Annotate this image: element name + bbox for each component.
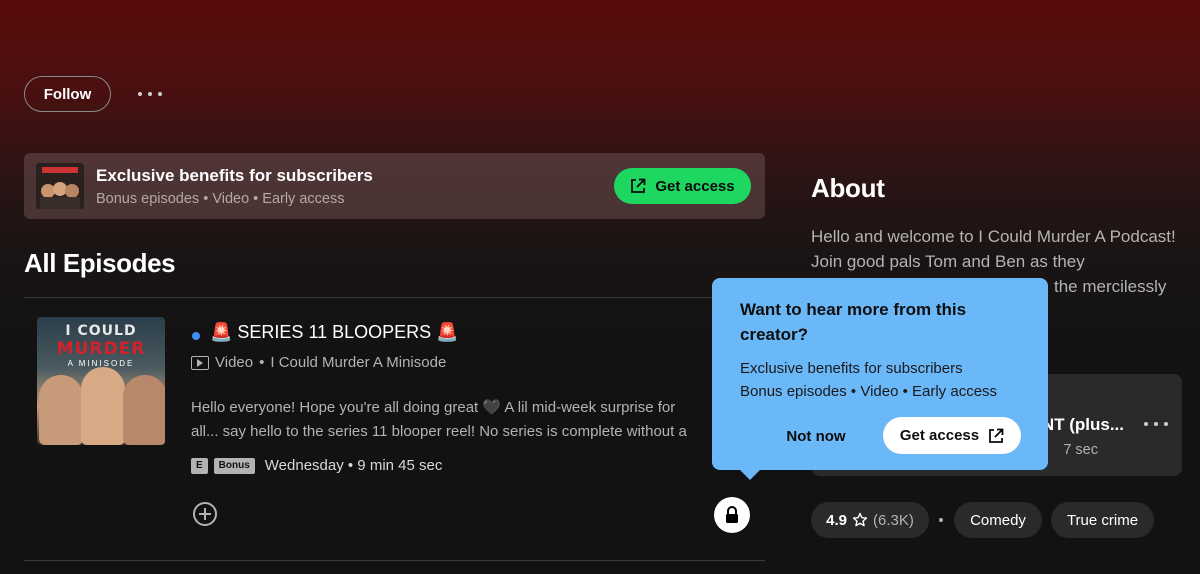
- podcast-thumbnail: [36, 163, 84, 209]
- rating-count: (6.3K): [873, 511, 914, 529]
- subscriber-banner: Exclusive benefits for subscribers Bonus…: [24, 153, 765, 219]
- episode-type: Video: [215, 354, 254, 371]
- episode-tags: E Bonus Wednesday • 9 min 45 sec: [191, 457, 442, 474]
- episode-title[interactable]: 🚨 SERIES 11 BLOOPERS 🚨: [210, 322, 459, 343]
- meta-separator: •: [259, 354, 265, 371]
- new-episode-dot: [192, 332, 200, 340]
- popover-line: Exclusive benefits for subscribers: [740, 360, 963, 377]
- episode-artwork[interactable]: I COULD MURDER A MINISODE: [37, 317, 165, 445]
- episode-date-duration: Wednesday • 9 min 45 sec: [264, 457, 443, 474]
- get-access-button[interactable]: Get access: [614, 168, 751, 204]
- episode-meta: Video • I Could Murder A Minisode: [191, 354, 446, 371]
- add-icon[interactable]: [193, 502, 217, 526]
- banner-title: Exclusive benefits for subscribers: [96, 166, 373, 185]
- related-episode-duration: 7 sec: [1063, 442, 1098, 458]
- star-icon: [852, 512, 868, 527]
- banner-subtitle: Bonus episodes • Video • Early access: [96, 191, 345, 207]
- divider: [24, 560, 765, 561]
- description-line: Hello everyone! Hope you're all doing gr…: [191, 399, 676, 416]
- lock-icon: [726, 506, 738, 523]
- description-line: all... say hello to the series 11 bloope…: [191, 423, 687, 440]
- episode-show[interactable]: I Could Murder A Minisode: [270, 354, 446, 371]
- popover-get-access-label: Get access: [899, 427, 980, 444]
- popover-line: Bonus episodes • Video • Early access: [740, 383, 998, 400]
- genre-pill-comedy[interactable]: Comedy: [954, 502, 1042, 538]
- external-link-icon: [989, 428, 1004, 443]
- related-episode-title: NT (plus...: [1041, 415, 1124, 434]
- artwork-text: MURDER: [56, 339, 146, 359]
- artwork-figure: [81, 367, 125, 445]
- lock-button[interactable]: [714, 497, 750, 533]
- pill-separator: [939, 518, 943, 522]
- about-title: About: [811, 173, 885, 203]
- divider: [24, 297, 765, 298]
- external-link-icon: [631, 178, 646, 193]
- artwork-text: I COULD: [65, 323, 137, 339]
- follow-button[interactable]: Follow: [24, 76, 111, 112]
- not-now-button[interactable]: Not now: [768, 418, 864, 454]
- explicit-badge: E: [191, 457, 208, 474]
- rating-pill[interactable]: 4.9 (6.3K): [811, 502, 929, 538]
- section-title: All Episodes: [24, 248, 176, 278]
- about-paragraph: Hello and welcome to I Could Murder A Po…: [811, 227, 1176, 271]
- video-icon: [191, 355, 209, 370]
- get-access-label: Get access: [655, 177, 735, 195]
- popover-title: Want to hear more from this creator?: [740, 300, 967, 344]
- subscriber-popover: Want to hear more from this creator? Exc…: [712, 278, 1048, 480]
- rating-value: 4.9: [826, 511, 847, 529]
- genre-pill-true-crime[interactable]: True crime: [1051, 502, 1154, 538]
- artwork-figure: [123, 375, 165, 445]
- episode-description: Hello everyone! Hope you're all doing gr…: [191, 396, 715, 444]
- popover-get-access-button[interactable]: Get access: [883, 417, 1021, 454]
- more-icon[interactable]: [1144, 422, 1168, 426]
- bonus-badge: Bonus: [213, 457, 255, 474]
- more-options-icon[interactable]: [138, 84, 174, 104]
- artwork-figure: [39, 375, 83, 445]
